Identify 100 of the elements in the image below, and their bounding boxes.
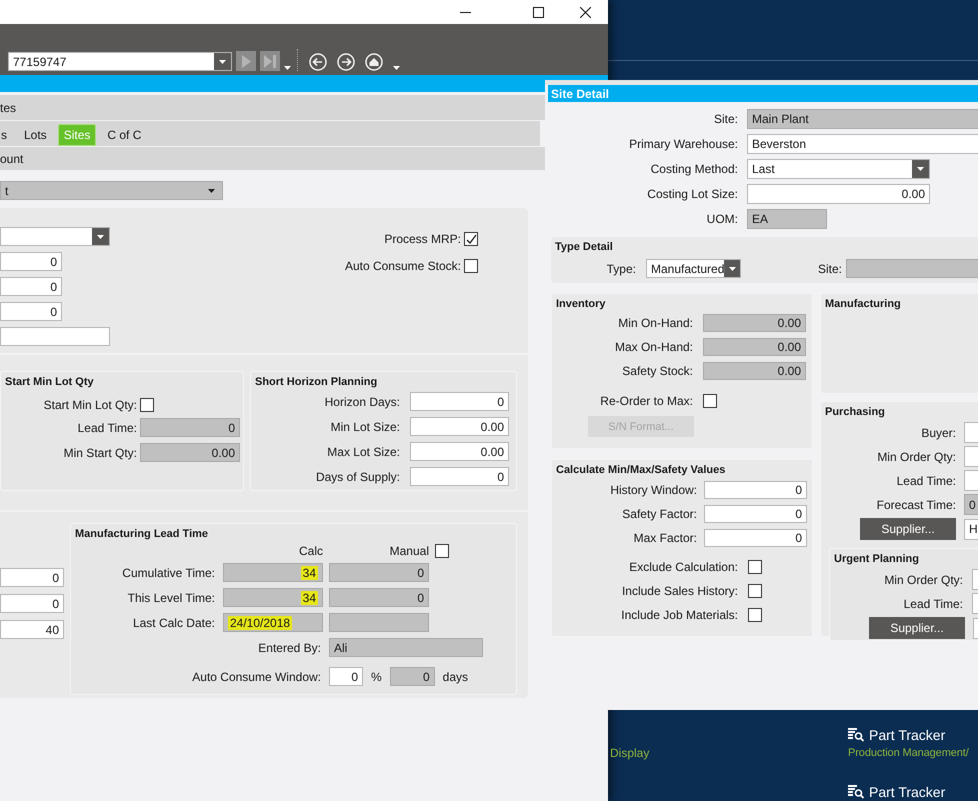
caret-icon[interactable] — [393, 66, 400, 71]
field-label: Lead Time: — [902, 596, 963, 610]
field-label: Buyer: — [920, 426, 956, 440]
field-label: Safety Factor: — [621, 507, 697, 521]
input-field[interactable]: 0 — [0, 277, 62, 296]
input-field[interactable]: 0.00 — [410, 442, 509, 461]
field-label: Last Calc Date: — [132, 616, 215, 630]
panel-title: Start Min Lot Qty — [4, 375, 95, 390]
field-label: Lead Time: — [896, 474, 956, 488]
field-label: Costing Lot Size: — [646, 187, 738, 201]
field-label: History Window: — [609, 483, 697, 497]
field-label: Horizon Days: — [324, 394, 400, 408]
input-field[interactable]: 0 — [704, 505, 807, 523]
readonly-field: 0 — [140, 418, 240, 437]
field-label: Min Order Qty: — [883, 572, 963, 586]
input-field[interactable]: 0 — [329, 667, 363, 686]
panel-title: Purchasing — [824, 405, 886, 420]
dropdown-field[interactable]: Last — [747, 159, 930, 179]
shortcut-path: Production Management/ — [848, 747, 969, 759]
checkbox[interactable] — [748, 584, 762, 598]
input-field[interactable]: 0 — [704, 481, 807, 499]
play-icon — [242, 54, 250, 68]
checkbox[interactable] — [748, 560, 762, 574]
checkbox[interactable] — [703, 394, 717, 408]
dropdown-field[interactable]: t — [0, 181, 223, 200]
field-label: Safety Stock: — [621, 364, 693, 378]
readonly-field: Main Plant — [747, 109, 978, 129]
checkbox[interactable] — [464, 259, 478, 273]
home-icon[interactable] — [365, 53, 383, 71]
field-label: UOM: — [706, 212, 738, 226]
checkbox[interactable] — [748, 608, 762, 622]
input-field[interactable]: 0.00 — [747, 184, 930, 204]
panel-title: Calculate Min/Max/Safety Values — [555, 463, 726, 478]
section-bar[interactable]: tes — [0, 95, 545, 120]
field-label: Type: — [606, 262, 636, 276]
tab[interactable]: s — [0, 124, 13, 146]
input-field[interactable]: 0 — [410, 467, 509, 486]
field-label: Include Sales History: — [620, 584, 738, 598]
input-field[interactable]: 0 — [0, 302, 62, 321]
tracker-icon — [848, 728, 864, 742]
field-label: Site: — [712, 112, 738, 126]
field-label: Min Order Qty: — [876, 450, 956, 464]
readonly-field: 0.00 — [140, 443, 240, 462]
supplier-button[interactable]: Supplier... — [860, 518, 956, 540]
readonly-field: 0 — [390, 667, 435, 686]
dropdown-field[interactable]: Manufactured — [646, 259, 741, 278]
panel-title: Short Horizon Planning — [254, 375, 378, 390]
input-field[interactable]: 40 — [0, 620, 64, 639]
readonly-field: 0.00 — [703, 338, 806, 356]
input-field[interactable]: 0 — [410, 392, 509, 411]
readonly-field: 0 — [964, 494, 978, 515]
readonly-field: 34 — [223, 588, 323, 607]
input-field[interactable]: 0 — [0, 568, 64, 587]
dropdown-field[interactable] — [0, 227, 110, 246]
maximize-icon[interactable] — [532, 6, 544, 18]
section-bar[interactable]: ount — [0, 147, 545, 170]
field-label: Forecast Time: — [876, 498, 956, 512]
field-label: Primary Warehouse: — [628, 137, 738, 151]
column-header: Manual — [388, 544, 429, 558]
dropdown-field[interactable]: 77159747 — [8, 52, 232, 71]
checkbox[interactable] — [140, 398, 154, 412]
field-label: Start Min Lot Qty: — [42, 398, 137, 412]
unit-label: days — [442, 670, 468, 684]
panel-title: Urgent Planning — [833, 552, 920, 567]
input-field[interactable] — [0, 327, 110, 346]
field-label: Include Job Materials: — [620, 608, 738, 622]
field-label: Min On-Hand: — [617, 316, 693, 330]
checkbox[interactable] — [435, 544, 449, 558]
input-field[interactable]: 0 — [0, 252, 62, 271]
field-label: Max On-Hand: — [614, 340, 693, 354]
tab[interactable]: Lots — [18, 124, 53, 146]
supplier-button[interactable]: Supplier... — [869, 617, 965, 639]
readonly-field: 0.00 — [703, 314, 806, 332]
field-label: Process MRP: — [384, 232, 461, 246]
shortcut-link[interactable]: Part Tracker — [848, 784, 946, 800]
readonly-field: EA — [747, 209, 827, 229]
field-label: Exclude Calculation: — [628, 560, 738, 574]
tab[interactable]: C of C — [101, 124, 148, 146]
shortcut-link[interactable]: Part Tracker — [848, 727, 946, 743]
input-field[interactable]: 0 — [704, 529, 807, 547]
panel-title: Type Detail — [554, 240, 614, 255]
field-label: Re-Order to Max: — [599, 394, 693, 408]
input-field[interactable]: Beverston — [747, 134, 978, 154]
column-header: Calc — [298, 544, 323, 558]
close-icon[interactable] — [580, 6, 590, 18]
field-label: Site: — [816, 262, 842, 276]
field-label: Max Lot Size: — [326, 444, 400, 458]
skip-to-end-icon — [264, 54, 276, 68]
field-label: Auto Consume Stock: — [344, 259, 461, 273]
field-label: Min Lot Size: — [330, 420, 400, 434]
field-label: Cumulative Time: — [121, 566, 215, 580]
category-label: Display — [610, 746, 650, 760]
input-field[interactable]: 0.00 — [410, 417, 509, 436]
checkbox[interactable] — [464, 232, 478, 246]
field-label: Entered By: — [257, 640, 321, 654]
input-field[interactable]: H — [964, 518, 978, 540]
panel-title: Manufacturing Lead Time — [74, 527, 210, 542]
field-label: This Level Time: — [126, 590, 215, 604]
caret-icon[interactable] — [284, 66, 291, 71]
input-field[interactable]: 0 — [0, 594, 64, 613]
